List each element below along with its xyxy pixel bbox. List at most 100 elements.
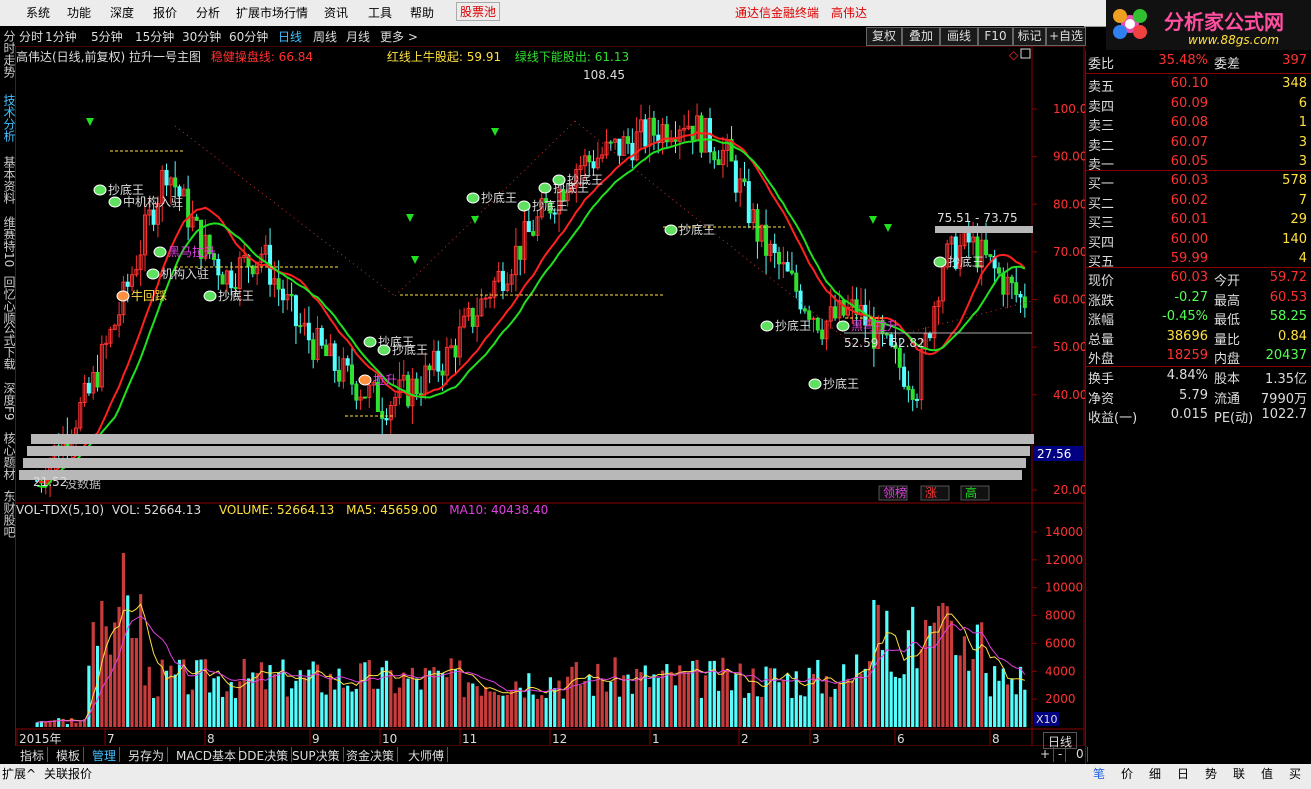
- period-tab-3[interactable]: 15分钟: [135, 28, 174, 45]
- toolbar-button-5[interactable]: +自选: [1046, 27, 1086, 46]
- volume-bar: [540, 695, 544, 727]
- candle-body: [324, 344, 329, 357]
- volume-bar: [134, 638, 138, 727]
- status-left-0[interactable]: 扩展^: [2, 765, 36, 782]
- indicator-tab-4[interactable]: MACD基本: [173, 747, 240, 763]
- indicator-tab-5[interactable]: DDE决策: [235, 747, 293, 763]
- diamond-icon[interactable]: ◇: [1009, 48, 1019, 62]
- candle-body: [306, 322, 311, 341]
- menu-item-analysis[interactable]: 分析: [196, 4, 220, 21]
- chart-title-line: 高伟达(日线,前复权) 拉升一号主图 稳健操盘线: 66.84 红线上牛股起: …: [16, 48, 629, 65]
- menu-item-tools[interactable]: 工具: [368, 4, 392, 21]
- indicator-tab-3[interactable]: 另存为: [125, 747, 169, 763]
- zoom-zero-button[interactable]: 0: [1073, 747, 1088, 762]
- quote-value-2: 20437: [1265, 348, 1307, 363]
- volume-indicator-name: VOL-TDX(5,10): [16, 503, 105, 517]
- ma-red-line: [36, 131, 1026, 484]
- left-tab-5[interactable]: 公式下载: [0, 322, 16, 370]
- candle-body: [673, 139, 678, 142]
- volume-bar: [505, 694, 509, 727]
- quote-subtab-0[interactable]: 笔: [1093, 765, 1105, 782]
- indicator-tab-2[interactable]: 管理: [89, 747, 121, 763]
- volume-bar: [428, 670, 432, 727]
- volume-bar: [548, 677, 553, 727]
- menu-item-extended-market[interactable]: 扩展市场行情: [236, 4, 308, 21]
- toolbar-button-3[interactable]: F10: [978, 27, 1013, 46]
- menu-item-help[interactable]: 帮助: [410, 4, 434, 21]
- quote-label: 外盘: [1088, 352, 1115, 367]
- quote-label-2: 内盘: [1214, 352, 1241, 367]
- volume-bar: [919, 649, 923, 727]
- left-tab-3[interactable]: 维赛特10: [0, 216, 16, 267]
- quote-subtab-5[interactable]: 联: [1233, 765, 1245, 782]
- chart-area[interactable]: 100.00 90.00 80.00 70.00 60.00 50.00 40.00 27.5…: [15, 46, 1085, 746]
- candle-body: [927, 333, 932, 339]
- time-axis-label: 12: [552, 732, 567, 746]
- quote-value: 35.48%: [1158, 53, 1208, 68]
- indicator-tab-0[interactable]: 指标: [17, 747, 49, 763]
- left-tab-0[interactable]: 分时走势: [0, 30, 16, 78]
- volume-bar: [824, 676, 829, 727]
- zoom-plus-button[interactable]: +: [1037, 747, 1055, 762]
- legend-tag-1[interactable]: 涨: [925, 485, 937, 500]
- zoom-minus-button[interactable]: -: [1055, 747, 1067, 762]
- quote-subtab-6[interactable]: 值: [1261, 765, 1273, 782]
- volume-bar: [980, 622, 984, 727]
- menu-item-quote[interactable]: 报价: [153, 4, 177, 21]
- candle-body: [483, 297, 488, 300]
- period-tab-5[interactable]: 60分钟: [229, 28, 268, 45]
- indicator-tab-7[interactable]: 资金决策: [343, 747, 399, 763]
- status-bar: 扩展^ 关联报价 笔价细日势联值买: [0, 764, 1311, 789]
- period-tab-0[interactable]: 分时: [19, 28, 43, 45]
- toolbar-button-4[interactable]: 标记: [1013, 27, 1046, 46]
- maximize-icon[interactable]: [1020, 48, 1031, 59]
- buy-arrow-icon: [491, 128, 499, 136]
- indicator-tab-6[interactable]: SUP决策: [289, 747, 344, 763]
- period-tab-6[interactable]: 日线: [278, 28, 302, 45]
- volume-bar: [682, 671, 686, 727]
- period-tab-2[interactable]: 5分钟: [91, 28, 123, 45]
- menu-item-depth[interactable]: 深度: [110, 4, 134, 21]
- stock-pool-button[interactable]: 股票池: [456, 2, 501, 21]
- support-zone-band: [27, 446, 1030, 456]
- period-tab-9[interactable]: 更多 >: [380, 28, 418, 45]
- legend-tag-0[interactable]: 领榜: [883, 485, 907, 500]
- stat2-row-1: 净资 5.79 流通 7990万: [1086, 388, 1311, 407]
- candle-body: [453, 345, 458, 358]
- quote-subtab-1[interactable]: 价: [1121, 765, 1133, 782]
- left-tab-8[interactable]: 东财股吧: [0, 490, 16, 538]
- quote-subtab-3[interactable]: 日: [1177, 765, 1189, 782]
- toolbar-button-0[interactable]: 复权: [866, 27, 902, 46]
- left-tab-1[interactable]: 技术分析: [0, 94, 16, 142]
- period-tab-1[interactable]: 1分钟: [45, 28, 77, 45]
- indicator-tab-8[interactable]: 大师傅: [405, 747, 449, 763]
- toolbar-button-2[interactable]: 画线: [940, 27, 978, 46]
- left-tab-6[interactable]: 深度F9: [0, 382, 16, 421]
- period-tab-8[interactable]: 月线: [346, 28, 370, 45]
- volume-bar: [984, 673, 988, 727]
- quote-value: 0.015: [1170, 407, 1208, 422]
- candle-body: [785, 262, 790, 272]
- volume-bar: [432, 667, 436, 727]
- period-tab-4[interactable]: 30分钟: [182, 28, 221, 45]
- price-axis-label: 80.00: [1053, 197, 1085, 211]
- left-tab-4[interactable]: 回忆心顺: [0, 276, 16, 324]
- volume-bar: [458, 660, 462, 727]
- quote-subtab-4[interactable]: 势: [1205, 765, 1217, 782]
- toolbar-button-1[interactable]: 叠加: [902, 27, 940, 46]
- legend-tag-2[interactable]: 高: [965, 485, 977, 500]
- status-left-1[interactable]: 关联报价: [44, 765, 92, 782]
- signal-marker-icon: [760, 320, 774, 332]
- quote-subtab-7[interactable]: 买: [1289, 765, 1301, 782]
- quote-subtab-2[interactable]: 细: [1149, 765, 1161, 782]
- quote-label: 卖四: [1088, 99, 1115, 115]
- menu-item-function[interactable]: 功能: [67, 4, 91, 21]
- volume-bar: [484, 686, 488, 727]
- period-tab-7[interactable]: 周线: [313, 28, 337, 45]
- left-tab-2[interactable]: 基本资料: [0, 156, 16, 204]
- menu-item-system[interactable]: 系统: [26, 4, 50, 21]
- menu-item-news[interactable]: 资讯: [324, 4, 348, 21]
- left-tab-7[interactable]: 核心题材: [0, 432, 16, 480]
- candle-body: [643, 119, 648, 147]
- indicator-tab-1[interactable]: 模板: [53, 747, 85, 763]
